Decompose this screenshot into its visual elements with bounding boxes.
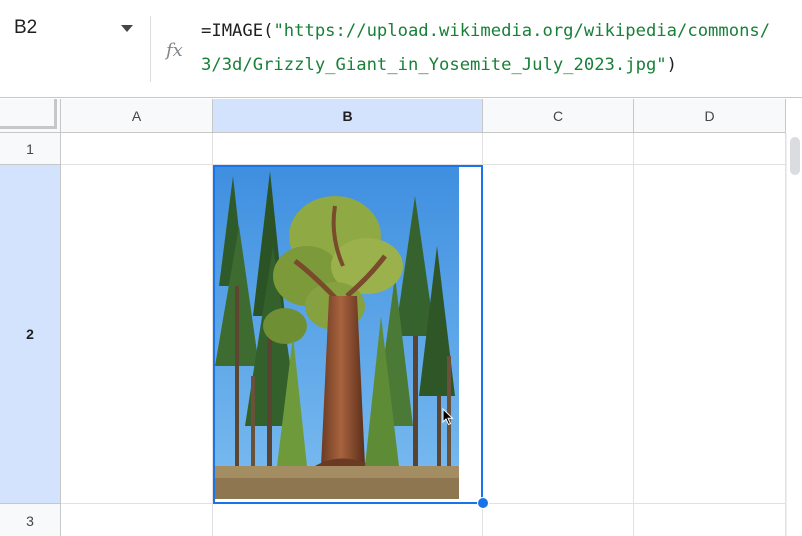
cell-a1[interactable] — [61, 133, 213, 165]
cell-d3[interactable] — [634, 504, 786, 536]
active-cell-border — [213, 165, 483, 504]
formula-url-part1: "https://upload.wikimedia.org/wikipedia/… — [273, 21, 771, 41]
formula-bar-divider — [150, 16, 151, 82]
row-label: 1 — [26, 140, 34, 157]
formula-bar: B2 fx =IMAGE("https://upload.wikimedia.o… — [0, 0, 802, 98]
vertical-scrollbar[interactable] — [786, 133, 802, 536]
formula-url-part2: 3/3d/Grizzly_Giant_in_Yosemite_July_2023… — [201, 55, 667, 75]
column-header-a[interactable]: A — [61, 99, 213, 133]
formula-input[interactable]: =IMAGE("https://upload.wikimedia.org/wik… — [201, 14, 801, 82]
mouse-cursor-icon — [442, 408, 454, 426]
fx-icon: fx — [166, 40, 183, 61]
cell-a3[interactable] — [61, 504, 213, 536]
scrollbar-thumb[interactable] — [790, 137, 800, 175]
column-label: A — [131, 107, 142, 124]
row-header-2[interactable]: 2 — [0, 165, 61, 504]
cell-b3[interactable] — [213, 504, 483, 536]
formula-closing-paren: ) — [666, 55, 678, 75]
column-header-c[interactable]: C — [483, 99, 634, 133]
row-header-3[interactable]: 3 — [0, 504, 61, 536]
cell-a2[interactable] — [61, 165, 213, 504]
column-label: B — [342, 107, 353, 124]
row-label: 3 — [26, 512, 34, 529]
cell-c3[interactable] — [483, 504, 634, 536]
cell-b1[interactable] — [213, 133, 483, 165]
column-header-b[interactable]: B — [213, 99, 483, 133]
row-label: 2 — [26, 326, 34, 342]
row-header-1[interactable]: 1 — [0, 133, 61, 165]
cell-d2[interactable] — [634, 165, 786, 504]
column-label: C — [552, 107, 564, 124]
name-box-dropdown-icon[interactable] — [121, 25, 133, 32]
cell-d1[interactable] — [634, 133, 786, 165]
column-header-d[interactable]: D — [634, 99, 786, 133]
column-label: D — [704, 107, 715, 124]
cell-c2[interactable] — [483, 165, 634, 504]
freeze-handle[interactable] — [0, 99, 57, 129]
cell-c1[interactable] — [483, 133, 634, 165]
name-box-value[interactable]: B2 — [14, 17, 37, 39]
formula-function: =IMAGE( — [201, 21, 274, 41]
fill-handle[interactable] — [477, 497, 489, 509]
name-box[interactable]: B2 — [0, 0, 150, 98]
spreadsheet-app: B2 fx =IMAGE("https://upload.wikimedia.o… — [0, 0, 802, 536]
